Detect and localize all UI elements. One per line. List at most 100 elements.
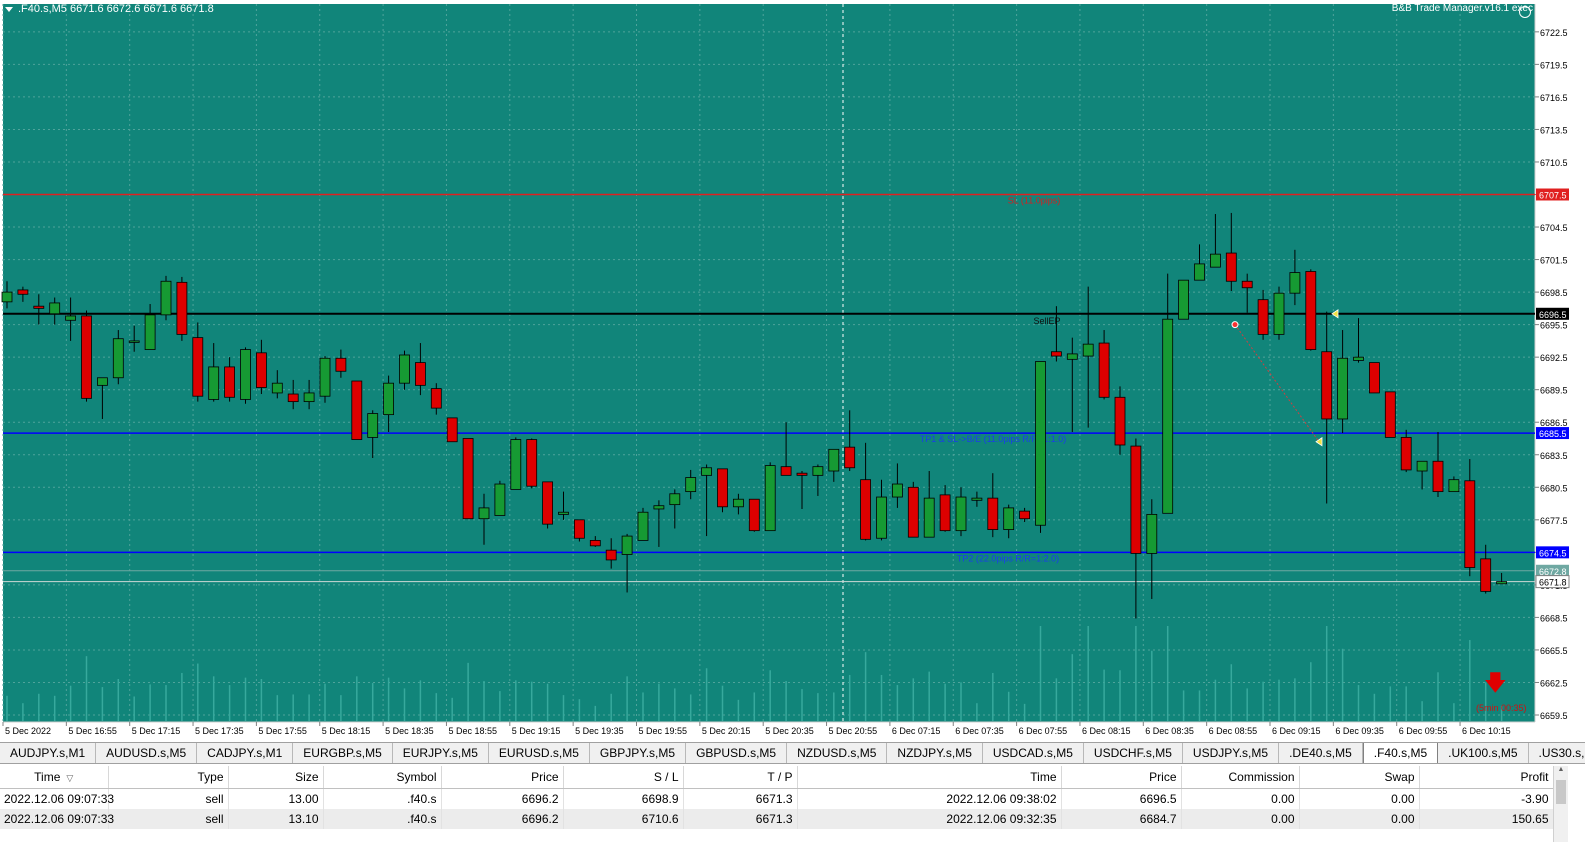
- column-header-label: Symbol: [396, 770, 437, 784]
- candle-bear: [1257, 299, 1269, 335]
- candle-bear: [430, 388, 442, 409]
- chart-tab[interactable]: .DE40.s,M5: [1279, 743, 1363, 763]
- column-header[interactable]: Swap: [1299, 766, 1420, 789]
- column-header-label: Profit: [1520, 770, 1549, 784]
- entry-price-tag-label: 6696.5: [1539, 310, 1567, 320]
- column-header[interactable]: Price: [1061, 766, 1182, 789]
- candle-bear: [1480, 558, 1492, 592]
- tp2-label: TP2 (22.0pips R/R=1:2.0): [957, 553, 1059, 563]
- column-header[interactable]: Price: [441, 766, 564, 789]
- price-tick-label: 6677.5: [1540, 516, 1568, 526]
- time-tick-label: 5 Dec 18:15: [322, 726, 371, 736]
- column-header[interactable]: Size: [228, 766, 324, 789]
- chart-tab[interactable]: CADJPY.s,M1: [197, 743, 294, 763]
- candle-bear: [255, 352, 267, 388]
- scroll-up-icon[interactable]: ▲: [1554, 766, 1568, 773]
- candle-bull: [1210, 253, 1221, 268]
- column-header[interactable]: Commission: [1181, 766, 1300, 789]
- candle-bear: [414, 362, 426, 386]
- candle-bear: [780, 466, 792, 476]
- table-row[interactable]: 2022.12.06 09:07:33 sell 13.00 .f40.s 6696.2…: [0, 788, 1554, 809]
- candle-bull: [1496, 581, 1507, 585]
- candle-bear: [192, 337, 204, 397]
- sl-price-tag-label: 6707.5: [1539, 191, 1567, 201]
- column-header[interactable]: T / P: [683, 766, 798, 789]
- plot-area[interactable]: [3, 4, 1535, 722]
- chart-menu-triangle-icon[interactable]: [5, 7, 13, 12]
- column-header[interactable]: S / L: [563, 766, 684, 789]
- time-tick-label: 6 Dec 09:15: [1272, 726, 1321, 736]
- time-tick-label: 5 Dec 20:55: [829, 726, 878, 736]
- candle-bull: [1066, 353, 1078, 360]
- column-header[interactable]: Time: [797, 766, 1062, 789]
- time-tick-label: 6 Dec 07:15: [892, 726, 941, 736]
- table-cell: 6710.6: [563, 809, 684, 829]
- chart-tab[interactable]: NZDUSD.s,M5: [787, 743, 888, 763]
- candle-bull: [160, 280, 172, 316]
- table-cell: 6671.3: [683, 809, 798, 829]
- time-tick-label: 6 Dec 08:15: [1082, 726, 1131, 736]
- table-cell: 150.65: [1419, 809, 1554, 829]
- chart-tab[interactable]: GBPJPY.s,M5: [590, 743, 687, 763]
- price-tick-label: 6689.5: [1540, 386, 1568, 396]
- column-header[interactable]: Time ▽: [0, 766, 109, 789]
- candle-bear: [1432, 460, 1444, 493]
- chart-tab[interactable]: USDJPY.s,M5: [1183, 743, 1280, 763]
- candle-bear: [462, 438, 474, 520]
- candle-bull: [144, 314, 156, 350]
- tp2-price-tag-label: 6674.5: [1539, 548, 1567, 558]
- table-cell: 2022.12.06 09:07:33: [0, 788, 114, 809]
- column-header-label: Size: [295, 770, 319, 784]
- table-cell: -3.90: [1419, 788, 1554, 809]
- candle-bull: [478, 507, 490, 520]
- price-chart[interactable]: 6722.5 6719.5 6716.5 6713.5 6710.5 6707.5 6704…: [0, 0, 1585, 742]
- price-tick-label: 6716.5: [1540, 93, 1568, 103]
- column-header[interactable]: Symbol: [323, 766, 442, 789]
- chart-tab[interactable]: .UK100.s,M5: [1438, 743, 1529, 763]
- candle-bull: [1194, 263, 1205, 281]
- candle-bull: [240, 349, 251, 400]
- time-tick-label: 5 Dec 17:35: [195, 726, 244, 736]
- ea-label[interactable]: B&B Trade Manager.v16.1 exec: [1392, 3, 1533, 14]
- column-header-label: Type: [197, 770, 224, 784]
- candle-bear: [526, 439, 538, 487]
- scroll-thumb[interactable]: [1556, 780, 1566, 804]
- trades-table: Time ▽ Type Size Symbol Price S / L T / P Time Pr…: [0, 766, 1554, 829]
- chart-canvas[interactable]: 6722.5 6719.5 6716.5 6713.5 6710.5 6707.5 6704…: [0, 0, 1585, 742]
- price-tick-label: 6683.5: [1540, 451, 1568, 461]
- chart-tab[interactable]: EURGBP.s,M5: [293, 743, 393, 763]
- table-cell: 6671.3: [683, 788, 798, 809]
- column-header[interactable]: Profit: [1419, 766, 1554, 789]
- candle-bull: [621, 535, 633, 555]
- candle-bull: [701, 467, 712, 476]
- chart-tabs: AUDJPY.s,M1 AUDUSD.s,M5 CADJPY.s,M1 EURGBP.…: [0, 742, 1585, 764]
- time-tick-label: 6 Dec 09:35: [1335, 726, 1384, 736]
- candle-bear: [224, 366, 236, 398]
- price-tick-label: 6713.5: [1540, 125, 1568, 135]
- time-tick-label: 5 Dec 2022: [5, 726, 51, 736]
- ea-smiley-icon[interactable]: [1519, 6, 1531, 18]
- table-row[interactable]: 2022.12.06 09:07:33 sell 13.10 .f40.s 6696.2…: [0, 809, 1554, 829]
- candle-bear: [1130, 445, 1142, 554]
- table-cell: .f40.s: [323, 809, 442, 829]
- table-cell: 6684.7: [1061, 809, 1182, 829]
- price-tick-label: 6668.5: [1540, 613, 1568, 623]
- column-header-label: Price: [531, 770, 559, 784]
- chart-tab[interactable]: USDCAD.s,M5: [983, 743, 1084, 763]
- chart-tab[interactable]: USDCHF.s,M5: [1084, 743, 1183, 763]
- candle-bull: [112, 338, 124, 379]
- chart-tab[interactable]: EURUSD.s,M5: [489, 743, 590, 763]
- candle-bull: [653, 505, 665, 510]
- candle-bear: [351, 380, 363, 440]
- candle-bull: [971, 497, 983, 501]
- column-header[interactable]: Type: [108, 766, 229, 789]
- chart-tab[interactable]: AUDUSD.s,M5: [96, 743, 198, 763]
- terminal-scrollbar[interactable]: ▲: [1553, 766, 1568, 842]
- chart-tab[interactable]: GBPUSD.s,M5: [686, 743, 788, 763]
- candle-bull: [1448, 479, 1460, 493]
- chart-tab[interactable]: EURJPY.s,M5: [393, 743, 489, 763]
- chart-tab[interactable]: NZDJPY.s,M5: [887, 743, 983, 763]
- chart-tab[interactable]: .F40.s,M5: [1362, 743, 1439, 763]
- chart-tab[interactable]: AUDJPY.s,M1: [0, 743, 97, 763]
- chart-tab[interactable]: .US30.s,M5: [1529, 743, 1585, 763]
